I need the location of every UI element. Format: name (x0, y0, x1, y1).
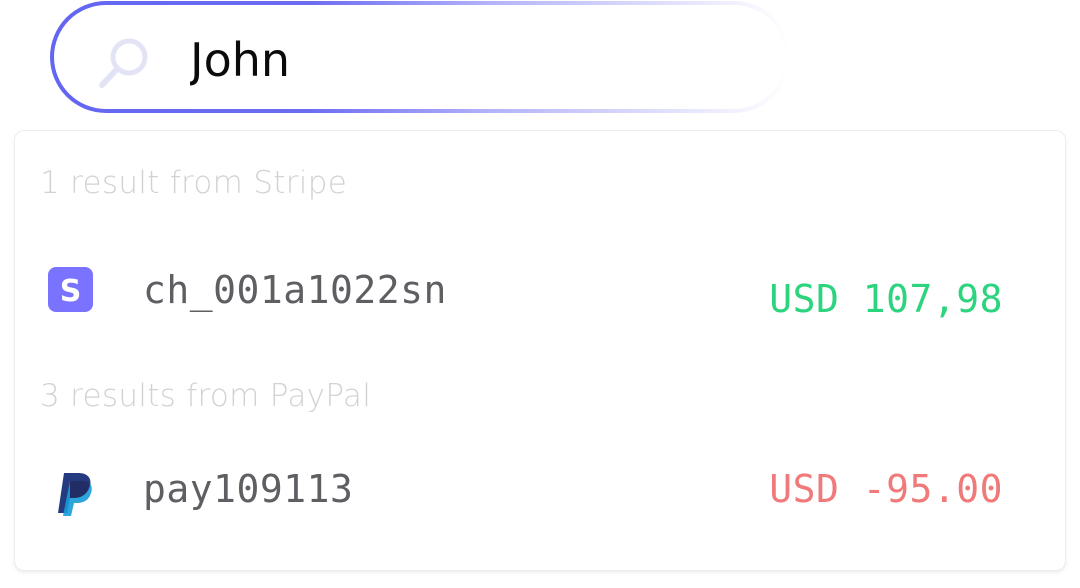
result-row-stripe[interactable]: S ch_001a1022sn USD 107,98 (15, 253, 1065, 333)
search-icon (96, 35, 154, 93)
group-heading-stripe: 1 result from Stripe (40, 165, 348, 201)
result-amount: USD 107,98 (769, 277, 1003, 321)
search-bar-inner[interactable] (54, 5, 786, 109)
results-panel: 1 result from Stripe S ch_001a1022sn USD… (14, 130, 1066, 571)
result-row-paypal[interactable]: pay109113 USD -95.00 (15, 453, 1065, 533)
stripe-icon: S (47, 266, 95, 319)
search-bar (50, 1, 790, 113)
search-input[interactable] (190, 31, 710, 89)
paypal-icon (51, 469, 95, 522)
result-id: ch_001a1022sn (143, 268, 447, 312)
result-amount: USD -95.00 (769, 467, 1003, 511)
svg-text:S: S (60, 274, 82, 309)
group-heading-paypal: 3 results from PayPal (40, 378, 372, 414)
result-id: pay109113 (143, 467, 354, 511)
